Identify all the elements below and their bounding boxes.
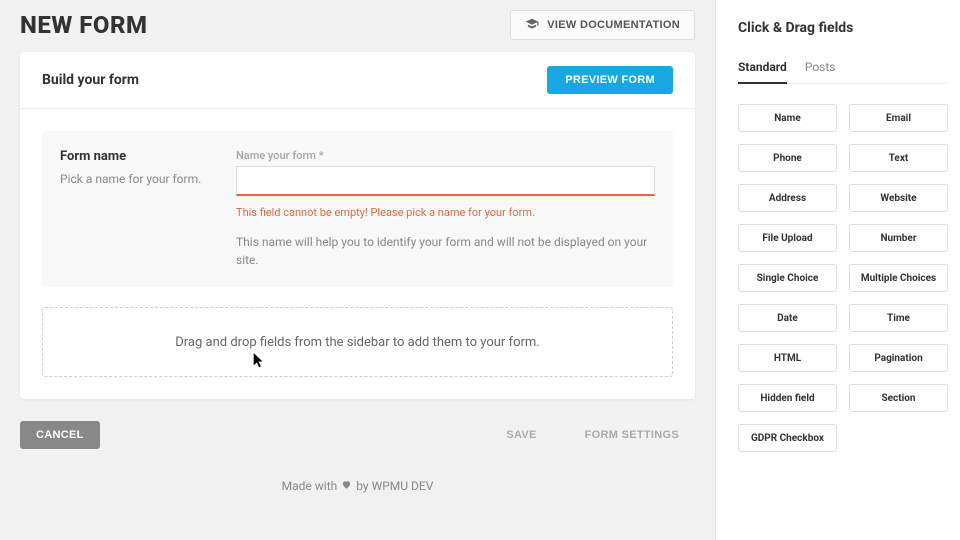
field-tile-date[interactable]: Date <box>738 304 837 332</box>
graduation-cap-icon <box>525 17 539 34</box>
preview-form-button[interactable]: PREVIEW FORM <box>547 66 673 94</box>
view-documentation-label: VIEW DOCUMENTATION <box>547 19 680 31</box>
main-panel: NEW FORM VIEW DOCUMENTATION Build your f… <box>0 0 715 540</box>
form-name-input[interactable] <box>236 166 655 196</box>
field-tile-single-choice[interactable]: Single Choice <box>738 264 837 292</box>
form-settings-button[interactable]: FORM SETTINGS <box>569 421 695 449</box>
view-documentation-button[interactable]: VIEW DOCUMENTATION <box>510 10 695 40</box>
field-tile-name[interactable]: Name <box>738 104 837 132</box>
form-name-hint: This name will help you to identify your… <box>236 233 655 269</box>
tab-posts[interactable]: Posts <box>805 60 836 83</box>
field-tile-pagination[interactable]: Pagination <box>849 344 948 372</box>
field-tile-email[interactable]: Email <box>849 104 948 132</box>
field-tile-text[interactable]: Text <box>849 144 948 172</box>
card-title: Build your form <box>42 72 139 88</box>
field-tile-section[interactable]: Section <box>849 384 948 412</box>
field-tile-multiple-choices[interactable]: Multiple Choices <box>849 264 948 292</box>
field-grid: Name Email Phone Text Address Website File Upl… <box>738 104 948 452</box>
fields-dropzone[interactable]: Drag and drop fields from the sidebar to… <box>42 307 673 377</box>
sidebar-title: Click & Drag fields <box>738 20 948 36</box>
fields-sidebar: Click & Drag fields Standard Posts Name E… <box>715 0 960 540</box>
form-name-description: Pick a name for your form. <box>60 170 220 188</box>
cancel-button[interactable]: CANCEL <box>20 421 100 449</box>
field-tile-website[interactable]: Website <box>849 184 948 212</box>
field-tile-address[interactable]: Address <box>738 184 837 212</box>
cursor-icon <box>253 353 265 369</box>
footer-prefix: Made with <box>282 479 338 493</box>
field-tile-number[interactable]: Number <box>849 224 948 252</box>
field-tile-file-upload[interactable]: File Upload <box>738 224 837 252</box>
sidebar-tabs: Standard Posts <box>738 60 948 84</box>
card-header: Build your form PREVIEW FORM <box>20 52 695 109</box>
footer: Made with by WPMU DEV <box>20 479 695 493</box>
action-buttons: CANCEL SAVE FORM SETTINGS <box>20 421 695 449</box>
builder-card: Build your form PREVIEW FORM Form name P… <box>20 52 695 399</box>
form-name-label: Name your form * <box>236 149 655 162</box>
page-title: NEW FORM <box>20 11 148 39</box>
form-name-heading: Form name <box>60 149 220 164</box>
form-name-error: This field cannot be empty! Please pick … <box>236 206 655 219</box>
dropzone-text: Drag and drop fields from the sidebar to… <box>175 335 539 350</box>
save-button[interactable]: SAVE <box>490 421 552 449</box>
page-header: NEW FORM VIEW DOCUMENTATION <box>20 10 695 40</box>
field-tile-html[interactable]: HTML <box>738 344 837 372</box>
field-tile-hidden-field[interactable]: Hidden field <box>738 384 837 412</box>
field-tile-gdpr-checkbox[interactable]: GDPR Checkbox <box>738 424 837 452</box>
heart-icon <box>341 479 352 493</box>
form-name-block: Form name Pick a name for your form. Nam… <box>42 131 673 287</box>
tab-standard[interactable]: Standard <box>738 60 787 84</box>
footer-suffix: by WPMU DEV <box>356 479 433 493</box>
field-tile-time[interactable]: Time <box>849 304 948 332</box>
field-tile-phone[interactable]: Phone <box>738 144 837 172</box>
